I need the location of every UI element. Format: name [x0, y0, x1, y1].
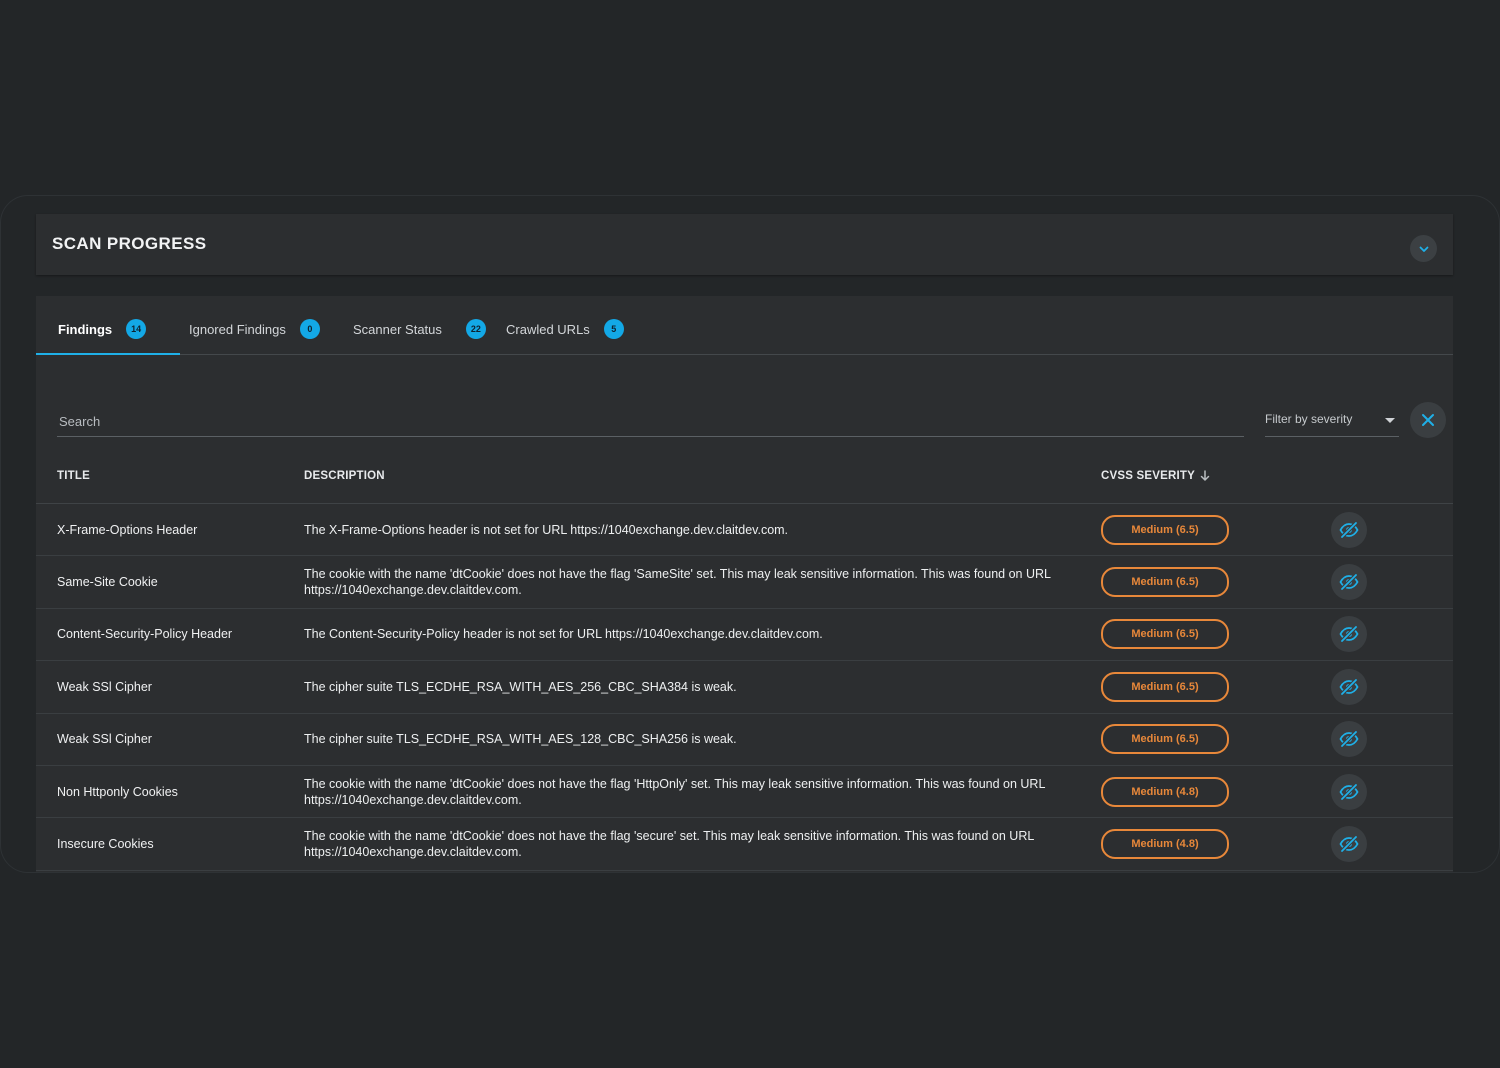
finding-description: The cipher suite TLS_ECDHE_RSA_WITH_AES_… [304, 679, 737, 694]
scan-progress-panel: SCAN PROGRESS [36, 214, 1453, 275]
finding-title: Same-Site Cookie [57, 575, 158, 590]
finding-title: Non Httponly Cookies [57, 784, 178, 799]
severity-badge[interactable]: Medium (4.8) [1101, 776, 1229, 807]
finding-description: The X-Frame-Options header is not set fo… [304, 522, 789, 537]
severity-badge[interactable]: Medium (6.5) [1101, 671, 1229, 702]
severity-badge[interactable]: Medium (6.5) [1101, 514, 1229, 545]
tab-ignored-findings[interactable]: Ignored Findings 0 [189, 296, 320, 354]
eye-off-icon [1339, 730, 1359, 748]
table-row[interactable]: Weak SSl Cipher The cipher suite TLS_ECD… [36, 661, 1453, 714]
severity-badge[interactable]: Medium (6.5) [1101, 567, 1229, 598]
severity-badge[interactable]: Medium (6.5) [1101, 724, 1229, 755]
finding-description: The cipher suite TLS_ECDHE_RSA_WITH_AES_… [304, 732, 737, 747]
eye-off-icon [1339, 626, 1359, 643]
eye-off-icon [1339, 783, 1359, 801]
close-icon [1422, 414, 1434, 426]
eye-off-icon [1339, 521, 1359, 539]
severity-badge[interactable]: Medium (4.8) [1101, 829, 1229, 860]
tab-label: Crawled URLs [506, 321, 590, 337]
ignore-finding-button[interactable] [1331, 616, 1367, 653]
tab-findings[interactable]: Findings 14 [36, 296, 181, 355]
caret-down-icon [1385, 418, 1395, 423]
column-header-description: DESCRIPTION [304, 470, 385, 482]
tab-scanner-status[interactable]: Scanner Status 22 [353, 296, 486, 354]
app-frame: SCAN PROGRESS Findings 14 Ignored Findin… [0, 195, 1500, 873]
tab-label: Scanner Status [353, 321, 442, 337]
finding-description: The cookie with the name 'dtCookie' does… [304, 776, 1045, 807]
ignore-finding-button[interactable] [1331, 721, 1367, 758]
tab-label: Findings [58, 321, 113, 337]
finding-title: Insecure Cookies [57, 837, 154, 852]
table-header: TITLE DESCRIPTION CVSS SEVERITY [36, 456, 1453, 504]
column-header-title: TITLE [57, 470, 90, 482]
count-badge: 0 [299, 319, 320, 339]
eye-off-icon [1339, 573, 1359, 591]
finding-title: Weak SSl Cipher [57, 679, 152, 694]
finding-description: The cookie with the name 'dtCookie' does… [304, 829, 1034, 860]
finding-title: Weak SSl Cipher [57, 732, 152, 747]
severity-badge[interactable]: Medium (6.5) [1101, 619, 1229, 650]
clear-filters-button[interactable] [1410, 402, 1446, 438]
table-row[interactable]: X-Frame-Options Header The X-Frame-Optio… [36, 504, 1453, 557]
table-row[interactable]: Non Httponly Cookies The cookie with the… [36, 766, 1453, 819]
arrow-down-icon [1200, 470, 1210, 481]
eye-off-icon [1339, 835, 1359, 853]
ignore-finding-button[interactable] [1331, 511, 1367, 548]
findings-table-body: X-Frame-Options Header The X-Frame-Optio… [36, 504, 1453, 871]
finding-title: Content-Security-Policy Header [57, 627, 233, 642]
finding-title: X-Frame-Options Header [57, 522, 198, 537]
table-row[interactable]: Weak SSl Cipher The cipher suite TLS_ECD… [36, 714, 1453, 766]
chevron-down-icon [1419, 246, 1428, 252]
ignore-finding-button[interactable] [1331, 826, 1367, 863]
count-badge: 5 [603, 319, 624, 339]
table-row[interactable]: Same-Site Cookie The cookie with the nam… [36, 556, 1453, 609]
tab-bar: Findings 14 Ignored Findings 0 Scanner S… [36, 296, 1453, 355]
column-header-severity[interactable]: CVSS SEVERITY [1101, 470, 1210, 482]
collapse-button[interactable] [1410, 235, 1437, 262]
tab-label: Ignored Findings [189, 321, 286, 337]
tab-crawled-urls[interactable]: Crawled URLs 5 [506, 296, 624, 354]
ignore-finding-button[interactable] [1331, 668, 1367, 705]
table-row[interactable]: Content-Security-Policy Header The Conte… [36, 609, 1453, 662]
table-row[interactable]: Insecure Cookies The cookie with the nam… [36, 818, 1453, 871]
column-header-severity-label: CVSS SEVERITY [1101, 470, 1195, 482]
ignore-finding-button[interactable] [1331, 773, 1367, 810]
scan-progress-title: SCAN PROGRESS [52, 234, 207, 253]
search-input[interactable] [57, 410, 1241, 432]
finding-description: The cookie with the name 'dtCookie' does… [304, 567, 1051, 598]
eye-off-icon [1339, 678, 1359, 696]
severity-filter-select[interactable]: Filter by severity [1265, 400, 1399, 437]
search-field [57, 400, 1244, 437]
finding-description: The Content-Security-Policy header is no… [304, 627, 823, 642]
count-badge: 22 [465, 319, 486, 339]
severity-filter-label: Filter by severity [1265, 412, 1353, 426]
ignore-finding-button[interactable] [1331, 564, 1367, 601]
count-badge: 14 [126, 319, 147, 339]
findings-panel: Findings 14 Ignored Findings 0 Scanner S… [36, 296, 1453, 872]
